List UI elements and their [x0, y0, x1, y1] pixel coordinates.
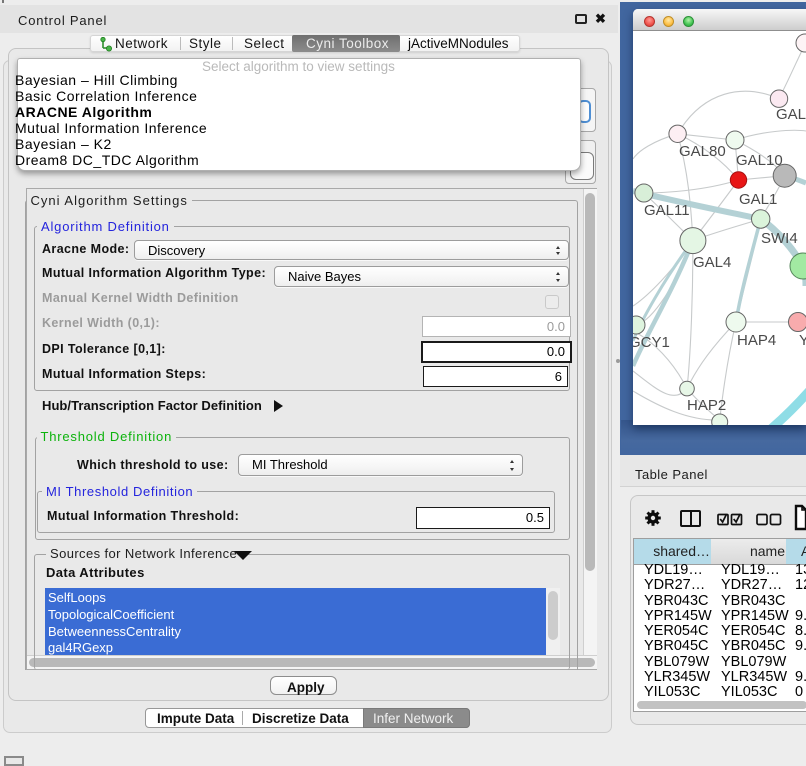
svg-text:GAL11: GAL11 [644, 202, 690, 219]
svg-text:Y: Y [799, 332, 806, 349]
svg-text:SWI4: SWI4 [761, 230, 798, 247]
svg-text:HAP4: HAP4 [737, 332, 776, 349]
svg-text:GAL1: GAL1 [739, 191, 777, 208]
svg-text:GAL4: GAL4 [693, 254, 731, 271]
svg-text:GCY1: GCY1 [633, 334, 670, 351]
svg-text:GAL7: GAL7 [776, 106, 806, 123]
svg-text:GAL10: GAL10 [736, 152, 783, 169]
svg-text:GAL80: GAL80 [679, 143, 726, 160]
svg-text:HAP2: HAP2 [687, 397, 726, 414]
